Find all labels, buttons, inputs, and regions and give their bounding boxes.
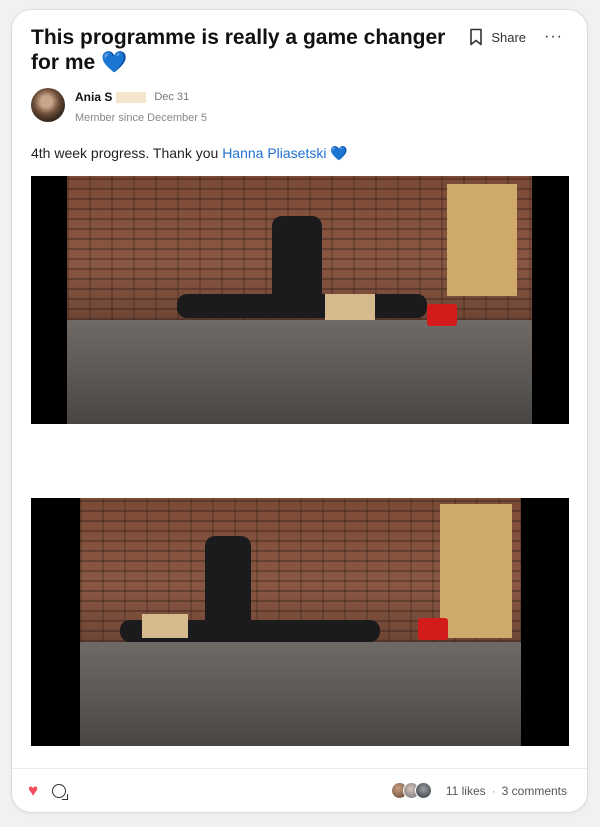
- author-line: Ania S Dec 31: [75, 90, 207, 104]
- post-card: This programme is really a game changer …: [11, 9, 588, 813]
- likes-count[interactable]: 11 likes: [446, 784, 486, 798]
- floor: [80, 641, 521, 746]
- bookmark-icon[interactable]: [469, 28, 483, 46]
- post-body-text: 4th week progress. Thank you: [31, 145, 223, 161]
- author-meta: Ania S Dec 31 Member since December 5: [75, 88, 207, 124]
- post-footer: ♥ 11 likes · 3 comments: [12, 768, 587, 812]
- blue-heart-icon: 💙: [330, 145, 348, 161]
- yoga-block: [325, 294, 375, 320]
- separator: ·: [491, 783, 496, 798]
- post-actions: Share ···: [469, 28, 563, 46]
- red-stand: [427, 304, 457, 326]
- author-name[interactable]: Ania S: [75, 90, 112, 104]
- member-since: Member since December 5: [75, 112, 208, 124]
- video-player[interactable]: [31, 176, 569, 424]
- share-button[interactable]: Share: [469, 28, 526, 46]
- post-title-text: This programme is really a game changer …: [31, 26, 446, 74]
- post-title: This programme is really a game changer …: [31, 25, 471, 75]
- name-redaction: [116, 91, 147, 103]
- post-body: 4th week progress. Thank you Hanna Plias…: [31, 145, 348, 162]
- floor: [67, 319, 532, 424]
- avatar[interactable]: [31, 88, 65, 122]
- more-options-icon[interactable]: ···: [544, 29, 563, 45]
- person-legs: [177, 294, 427, 318]
- heart-icon[interactable]: ♥: [28, 782, 38, 799]
- stacked-boxes: [447, 184, 517, 296]
- yoga-block: [142, 614, 188, 638]
- share-label[interactable]: Share: [491, 30, 526, 45]
- comment-icon[interactable]: [52, 783, 67, 798]
- reaction-buttons: ♥: [28, 782, 67, 799]
- stacked-boxes: [440, 504, 512, 638]
- person-figure: [205, 536, 251, 632]
- avatar: [414, 782, 432, 799]
- video-frame: [80, 498, 521, 746]
- video-frame: [67, 176, 532, 424]
- liker-avatars[interactable]: [390, 782, 432, 799]
- video-player[interactable]: [31, 498, 569, 746]
- comments-count[interactable]: 3 comments: [502, 784, 567, 798]
- engagement-stats: 11 likes · 3 comments: [390, 782, 567, 799]
- author-block: Ania S Dec 31 Member since December 5: [31, 88, 207, 124]
- post-date: Dec 31: [154, 91, 190, 103]
- blue-heart-icon: 💙: [101, 51, 128, 74]
- mention-link[interactable]: Hanna Pliasetski: [222, 145, 326, 161]
- red-stand: [418, 618, 448, 640]
- person-figure: [272, 216, 322, 306]
